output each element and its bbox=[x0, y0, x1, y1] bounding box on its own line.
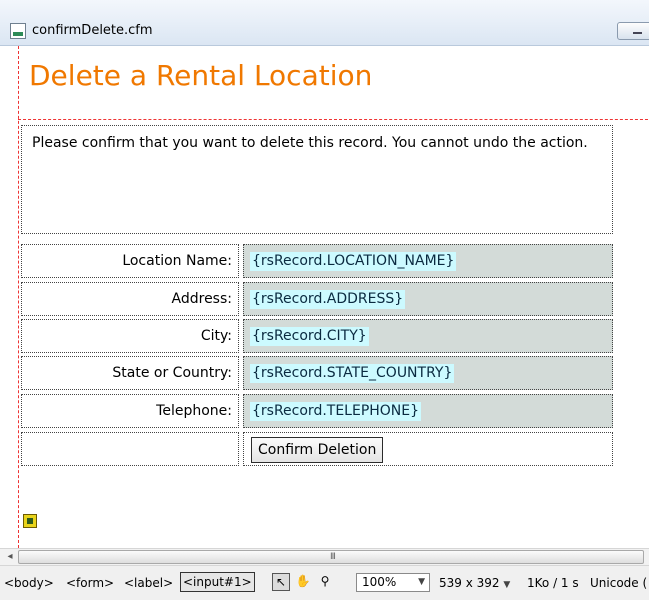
chevron-down-icon: ▼ bbox=[418, 577, 425, 587]
design-view[interactable]: Delete a Rental Location Please confirm … bbox=[0, 46, 649, 548]
dynamic-text-location-name[interactable]: {rsRecord.LOCATION_NAME} bbox=[250, 252, 457, 271]
field-label-telephone: Telephone: bbox=[21, 394, 239, 428]
document-tab-title[interactable]: confirmDelete.cfm bbox=[32, 22, 153, 40]
minimize-button[interactable] bbox=[617, 22, 649, 40]
scroll-left-arrow-icon[interactable]: ◂ bbox=[2, 549, 18, 565]
zoom-tool-icon[interactable]: ⚲ bbox=[316, 573, 334, 591]
field-cell-city[interactable]: {rsRecord.CITY} bbox=[243, 319, 613, 353]
zoom-value: 100% bbox=[362, 575, 397, 589]
empty-label-cell bbox=[21, 432, 239, 466]
dynamic-text-address[interactable]: {rsRecord.ADDRESS} bbox=[250, 290, 406, 309]
chevron-down-icon: ▼ bbox=[503, 580, 511, 590]
form-row-state-country: State or Country: {rsRecord.STATE_COUNTR… bbox=[21, 356, 613, 390]
document-file-icon bbox=[10, 23, 26, 39]
encoding-label: Unicode ( bbox=[590, 576, 648, 590]
tag-selector-input-selected[interactable]: <input#1> bbox=[180, 572, 255, 592]
select-tool-icon[interactable]: ↖ bbox=[272, 573, 290, 591]
field-label-location-name: Location Name: bbox=[21, 244, 239, 278]
zoom-select[interactable]: 100% ▼ bbox=[356, 573, 430, 592]
guide-line-horizontal bbox=[18, 119, 649, 120]
form-row-city: City: {rsRecord.CITY} bbox=[21, 319, 613, 353]
dynamic-text-telephone[interactable]: {rsRecord.TELEPHONE} bbox=[250, 402, 422, 421]
horizontal-scrollbar[interactable]: ◂ III bbox=[0, 548, 649, 566]
field-cell-address[interactable]: {rsRecord.ADDRESS} bbox=[243, 282, 613, 316]
field-label-state-country: State or Country: bbox=[21, 356, 239, 390]
page-heading: Delete a Rental Location bbox=[29, 59, 373, 92]
dynamic-text-city[interactable]: {rsRecord.CITY} bbox=[250, 327, 369, 346]
document-tab-bar: confirmDelete.cfm bbox=[0, 0, 649, 46]
window-size[interactable]: 539 x 392 ▼ bbox=[439, 574, 510, 594]
field-cell-state-country[interactable]: {rsRecord.STATE_COUNTRY} bbox=[243, 356, 613, 390]
field-cell-telephone[interactable]: {rsRecord.TELEPHONE} bbox=[243, 394, 613, 428]
field-label-city: City: bbox=[21, 319, 239, 353]
status-bar: <body> <form> <label> <input#1> ↖ ✋ ⚲ 10… bbox=[0, 566, 649, 600]
form-row-address: Address: {rsRecord.ADDRESS} bbox=[21, 282, 613, 316]
scrollbar-grip: III bbox=[330, 552, 336, 562]
tag-selector-body[interactable]: <body> bbox=[4, 574, 54, 592]
confirm-deletion-button[interactable]: Confirm Deletion bbox=[251, 437, 384, 463]
window-size-value: 539 x 392 bbox=[439, 576, 500, 590]
download-size: 1Ko / 1 s bbox=[527, 576, 579, 590]
guide-line-vertical bbox=[18, 46, 19, 548]
scrollbar-thumb[interactable]: III bbox=[18, 550, 644, 564]
field-label-address: Address: bbox=[21, 282, 239, 316]
dynamic-text-state-country[interactable]: {rsRecord.STATE_COUNTRY} bbox=[250, 364, 455, 383]
tag-selector-form[interactable]: <form> bbox=[66, 574, 114, 592]
form-row-submit: Confirm Deletion bbox=[21, 432, 613, 466]
hand-tool-icon[interactable]: ✋ bbox=[294, 573, 312, 591]
invisible-element-marker-icon[interactable] bbox=[23, 514, 37, 528]
form-row-location-name: Location Name: {rsRecord.LOCATION_NAME} bbox=[21, 244, 613, 278]
form-row-telephone: Telephone: {rsRecord.TELEPHONE} bbox=[21, 394, 613, 428]
confirm-message: Please confirm that you want to delete t… bbox=[21, 125, 613, 234]
submit-cell: Confirm Deletion bbox=[243, 432, 613, 466]
tag-selector-label[interactable]: <label> bbox=[124, 574, 173, 592]
field-cell-location-name[interactable]: {rsRecord.LOCATION_NAME} bbox=[243, 244, 613, 278]
